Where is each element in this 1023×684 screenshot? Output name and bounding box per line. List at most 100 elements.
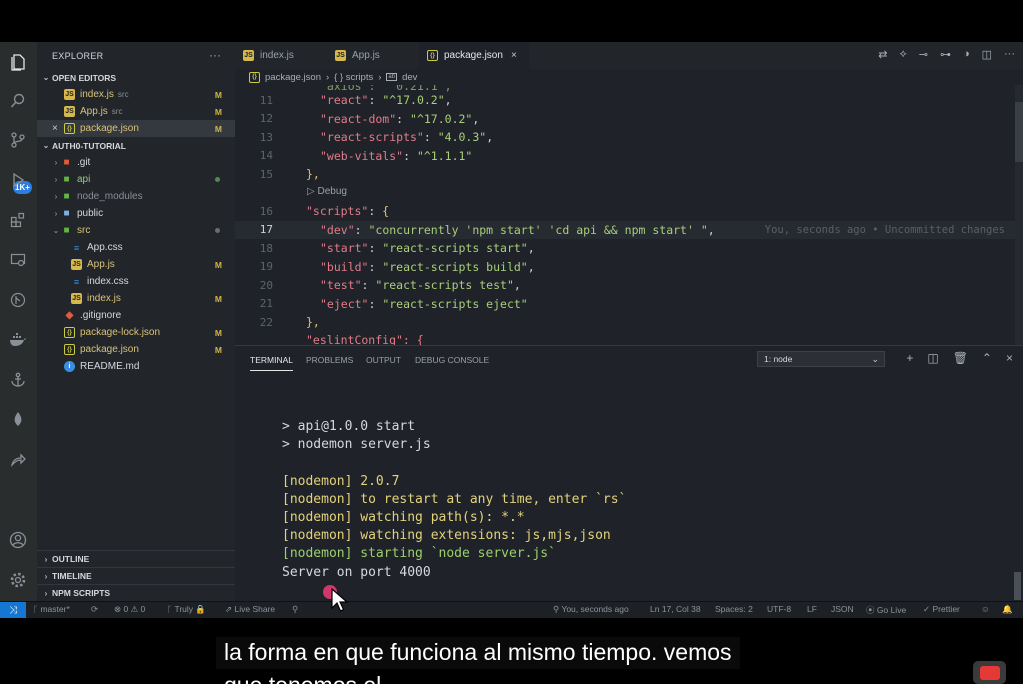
- terminal-line: [nodemon] watching path(s): *.*: [282, 509, 525, 525]
- tab-app-js[interactable]: JS App.js: [327, 42, 419, 69]
- remote-explorer-icon[interactable]: [7, 249, 29, 271]
- terminal-line: [nodemon] to restart at any time, enter …: [282, 491, 627, 507]
- panel-tabs: TERMINAL PROBLEMS OUTPUT DEBUG CONSOLE 1…: [235, 346, 1023, 372]
- modified-dot: [215, 228, 220, 233]
- close-tab-icon[interactable]: ×: [511, 50, 517, 61]
- file-app-js[interactable]: JS App.js M: [37, 256, 235, 273]
- docker-icon[interactable]: [7, 329, 29, 351]
- tab-index-js[interactable]: JS index.js: [235, 42, 327, 69]
- open-timeline-icon[interactable]: ◑: [963, 48, 970, 61]
- live-share-button[interactable]: ⇗ Live Share: [225, 604, 275, 615]
- chevron-down-icon: ⌄: [52, 226, 60, 235]
- editor-scroll-thumb[interactable]: [1015, 102, 1023, 162]
- open-editor-item[interactable]: JS App.js src M: [37, 103, 235, 120]
- project-section[interactable]: ⌄ AUTH0-TUTORIAL: [37, 137, 235, 154]
- npm-scripts-section[interactable]: › NPM SCRIPTS: [37, 584, 235, 601]
- folder-public[interactable]: › ■ public: [37, 205, 235, 222]
- tab-bar: JS index.js JS App.js {} package.json × …: [235, 42, 1023, 69]
- chevron-right-icon: ›: [44, 571, 48, 581]
- go-live-button[interactable]: ⦿ Go Live: [866, 604, 906, 616]
- debug-codelens[interactable]: ▷ Debug: [307, 186, 347, 197]
- timeline-section[interactable]: › TIMELINE: [37, 567, 235, 584]
- folder-src[interactable]: ⌄ ■ src: [37, 222, 235, 239]
- close-panel-icon[interactable]: ×: [1006, 351, 1013, 365]
- breadcrumb-file[interactable]: package.json: [265, 72, 321, 83]
- split-editor-icon[interactable]: ◫: [982, 48, 992, 61]
- file-index-css[interactable]: ≡ index.css: [37, 273, 235, 290]
- folder-git[interactable]: › ■ .git: [37, 154, 235, 171]
- next-change-icon[interactable]: ⊶: [940, 48, 951, 61]
- truly-indicator[interactable]: ᚴ Truly 🔒: [167, 604, 206, 615]
- file-package-lock[interactable]: {} package-lock.json M: [37, 324, 235, 341]
- src-folder-icon: ■: [63, 225, 70, 236]
- folder-node-modules[interactable]: › ■ node_modules: [37, 188, 235, 205]
- end-of-line[interactable]: LF: [807, 604, 817, 614]
- search-icon[interactable]: [7, 90, 29, 112]
- youtube-logo-icon: [973, 661, 1006, 684]
- subtitle-line: la forma en que funciona al mismo tiempo…: [216, 637, 740, 669]
- indentation[interactable]: Spaces: 2: [715, 604, 753, 614]
- split-terminal-icon[interactable]: ◫: [927, 351, 938, 365]
- api-folder-icon: ■: [63, 174, 70, 185]
- maximize-panel-icon[interactable]: ⌃: [982, 351, 992, 365]
- panel-actions: + ◫ 🗑 ⌃ ×: [906, 351, 1013, 365]
- compare-changes-icon[interactable]: ⇄: [878, 48, 887, 61]
- open-editors-section[interactable]: ⌄ OPEN EDITORS: [37, 69, 235, 86]
- code-line: 15 },: [259, 167, 320, 182]
- more-actions-icon[interactable]: ···: [209, 48, 221, 62]
- sync-icon[interactable]: ⟳: [91, 604, 98, 615]
- tab-package-json[interactable]: {} package.json ×: [419, 42, 529, 69]
- remote-indicator-icon[interactable]: ⤨: [0, 602, 26, 618]
- cursor-position[interactable]: Ln 17, Col 38: [650, 604, 701, 614]
- go-back-change-icon[interactable]: ⟡: [899, 48, 906, 61]
- git-blame-status[interactable]: ⚲ You, seconds ago: [553, 604, 629, 615]
- file-package-json[interactable]: {} package.json M: [37, 341, 235, 358]
- tab-debug-console[interactable]: DEBUG CONSOLE: [415, 355, 489, 365]
- anchor-icon[interactable]: [7, 369, 29, 391]
- settings-gear-icon[interactable]: [7, 569, 29, 591]
- javascript-file-icon: JS: [71, 293, 82, 304]
- prettier-status[interactable]: ✓ Prettier: [923, 604, 960, 615]
- tab-problems[interactable]: PROBLEMS: [306, 355, 353, 365]
- source-control-icon[interactable]: [7, 129, 29, 151]
- file-index-js[interactable]: JS index.js M: [37, 290, 235, 307]
- encoding[interactable]: UTF-8: [767, 604, 791, 614]
- more-actions-icon[interactable]: ···: [1004, 48, 1015, 61]
- git-graph-icon[interactable]: [7, 289, 29, 311]
- terminal-select[interactable]: 1: node ⌄: [757, 351, 885, 367]
- open-editor-item[interactable]: JS index.js src M: [37, 86, 235, 103]
- breadcrumb-scripts[interactable]: { } scripts: [334, 72, 373, 83]
- chevron-right-icon: ›: [54, 192, 58, 201]
- terminal-output[interactable]: > api@1.0.0 start > nodemon server.js [n…: [282, 418, 626, 582]
- explorer-icon[interactable]: [7, 51, 29, 73]
- tab-output[interactable]: OUTPUT: [366, 355, 401, 365]
- folder-api[interactable]: › ■ api: [37, 171, 235, 188]
- live-share-icon[interactable]: [7, 449, 29, 471]
- problems-indicator[interactable]: ⊗ 0 ⚠ 0: [114, 604, 145, 615]
- open-editor-item-active[interactable]: × {} package.json M: [37, 120, 235, 137]
- breadcrumb-dev[interactable]: dev: [402, 72, 417, 83]
- run-debug-icon[interactable]: [7, 169, 29, 191]
- pin-icon[interactable]: ⚲: [292, 604, 298, 615]
- outline-section[interactable]: › OUTLINE: [37, 550, 235, 567]
- file-readme[interactable]: i README.md: [37, 358, 235, 375]
- feedback-icon[interactable]: ☺: [981, 604, 990, 614]
- terminal-scrollbar[interactable]: [1014, 572, 1021, 600]
- previous-change-icon[interactable]: ⊸: [919, 48, 928, 61]
- branch-indicator[interactable]: ᚴ master*: [33, 604, 70, 614]
- terminal-line: Server on port 4000: [282, 564, 431, 580]
- new-terminal-icon[interactable]: +: [906, 351, 913, 365]
- code-editor[interactable]: "axios": "^0.21.1", 11 "react": "^17.0.2…: [235, 85, 1023, 345]
- notifications-bell-icon[interactable]: 🔔: [1002, 604, 1013, 615]
- file-app-css[interactable]: ≡ App.css: [37, 239, 235, 256]
- close-icon[interactable]: ×: [52, 123, 64, 134]
- tab-terminal[interactable]: TERMINAL: [250, 355, 293, 371]
- account-icon[interactable]: [7, 529, 29, 551]
- trash-icon[interactable]: 🗑: [953, 351, 968, 365]
- file-gitignore[interactable]: ◆ .gitignore: [37, 307, 235, 324]
- extensions-icon[interactable]: [7, 209, 29, 231]
- chevron-right-icon: ›: [44, 554, 48, 564]
- language-mode[interactable]: JSON: [831, 604, 854, 614]
- code-line: 20 "test": "react-scripts test",: [259, 278, 521, 293]
- mongodb-leaf-icon[interactable]: [7, 409, 29, 431]
